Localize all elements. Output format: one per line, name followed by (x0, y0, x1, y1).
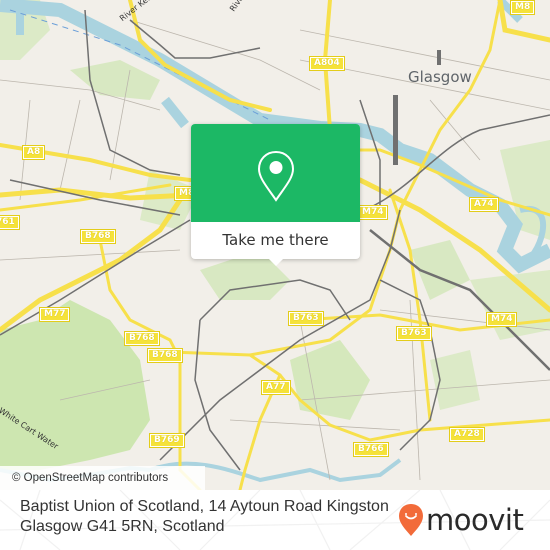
take-me-there-button[interactable]: Take me there (191, 222, 360, 259)
popup-header (191, 124, 360, 222)
central-station (393, 95, 398, 165)
road-shield: A8 (21, 145, 46, 160)
city-label-glasgow: Glasgow (408, 68, 472, 86)
queen-street-station (437, 50, 441, 65)
road-shield: A804 (309, 56, 345, 71)
popup-pointer (268, 258, 284, 266)
address-text: Baptist Union of Scotland, 14 Aytoun Roa… (20, 498, 389, 535)
road-shield: B769 (149, 433, 185, 448)
road-shield: A74 (469, 197, 499, 212)
location-pin-icon (257, 150, 295, 202)
map-canvas[interactable]: Glasgow River Kelvin River White Cart Wa… (0, 0, 550, 490)
road-shield: B768 (124, 331, 160, 346)
road-shield: M8 (509, 0, 536, 15)
map-attribution[interactable]: © OpenStreetMap contributors (0, 466, 205, 490)
map-widget: Glasgow River Kelvin River White Cart Wa… (0, 0, 550, 550)
road-shield: B763 (396, 326, 432, 341)
road-shield: M74 (356, 205, 389, 220)
road-shield: B768 (147, 348, 183, 363)
moovit-smile-pin-icon (399, 504, 423, 536)
road-shield: M74 (485, 312, 518, 327)
moovit-logo[interactable]: moovit (398, 502, 524, 538)
road-shield: 761 (0, 215, 20, 230)
road-shield: A77 (261, 380, 291, 395)
road-shield: B763 (288, 311, 324, 326)
road-shield: A728 (449, 427, 485, 442)
moovit-wordmark: moovit (426, 503, 524, 537)
road-shield: B768 (80, 229, 116, 244)
road-shield: B766 (353, 442, 389, 457)
footer-bar: Baptist Union of Scotland, 14 Aytoun Roa… (0, 490, 550, 550)
road-shield: M77 (38, 307, 71, 322)
location-popup: Take me there (191, 124, 360, 266)
